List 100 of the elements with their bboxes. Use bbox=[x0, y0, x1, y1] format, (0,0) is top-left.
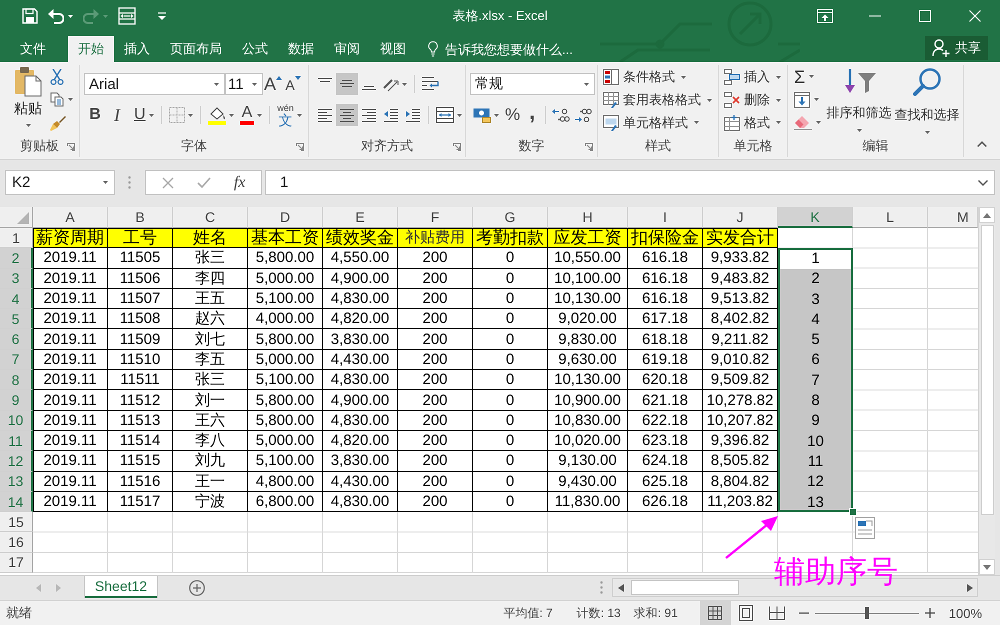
table-cell[interactable]: 200 bbox=[398, 370, 473, 390]
table-format-button[interactable]: 套用表格格式 bbox=[603, 88, 712, 112]
table-cell[interactable]: 10,207.82 bbox=[703, 410, 778, 431]
row-header[interactable]: 6 bbox=[0, 329, 33, 350]
table-cell[interactable]: 1 bbox=[778, 248, 853, 269]
column-title[interactable]: 姓名 bbox=[173, 228, 248, 248]
table-cell[interactable]: 2019.11 bbox=[33, 492, 108, 512]
ribbon-tab[interactable]: 页面布局 bbox=[160, 36, 232, 62]
scrollbar-thumb[interactable] bbox=[631, 580, 739, 595]
formula-field[interactable]: 1 bbox=[265, 170, 995, 195]
column-header[interactable]: E bbox=[323, 207, 398, 228]
ribbon-tab[interactable]: 开始 bbox=[68, 36, 114, 62]
row-header[interactable]: 16 bbox=[0, 532, 33, 553]
scrollbar-thumb[interactable] bbox=[980, 225, 994, 515]
table-cell[interactable]: 621.18 bbox=[628, 390, 703, 411]
table-cell[interactable]: 刘一 bbox=[173, 390, 248, 411]
column-header[interactable]: J bbox=[703, 207, 778, 228]
table-cell[interactable]: 4,900.00 bbox=[323, 390, 398, 411]
table-cell[interactable]: 2019.11 bbox=[33, 329, 108, 350]
row-header[interactable]: 9 bbox=[0, 390, 33, 411]
table-cell[interactable]: 4 bbox=[778, 309, 853, 330]
table-cell[interactable]: 9 bbox=[778, 410, 853, 431]
ribbon-tab[interactable]: 审阅 bbox=[324, 36, 370, 62]
font-color-button[interactable]: A bbox=[236, 104, 266, 126]
phonetic-guide-button[interactable]: wén 文 bbox=[274, 104, 305, 126]
row-header[interactable]: 12 bbox=[0, 451, 33, 472]
table-cell[interactable]: 200 bbox=[398, 390, 473, 411]
table-cell[interactable]: 616.18 bbox=[628, 288, 703, 310]
column-header[interactable]: D bbox=[248, 207, 323, 228]
table-cell[interactable]: 5,100.00 bbox=[248, 451, 323, 472]
dialog-launcher-button[interactable] bbox=[66, 142, 76, 152]
table-cell[interactable]: 刘七 bbox=[173, 329, 248, 350]
column-header[interactable]: A bbox=[33, 207, 108, 228]
table-cell[interactable]: 5,800.00 bbox=[248, 410, 323, 431]
row-header[interactable]: 5 bbox=[0, 309, 33, 330]
table-cell[interactable]: 0 bbox=[473, 248, 548, 269]
table-cell[interactable]: 5,800.00 bbox=[248, 248, 323, 269]
column-title[interactable]: 应发工资 bbox=[548, 228, 628, 248]
table-cell[interactable]: 5 bbox=[778, 329, 853, 350]
cell-styles-button[interactable]: 单元格样式 bbox=[603, 111, 699, 134]
table-cell[interactable]: 2019.11 bbox=[33, 268, 108, 289]
column-title[interactable]: 工号 bbox=[108, 228, 173, 248]
share-button[interactable]: 共享 bbox=[925, 36, 988, 60]
name-box[interactable]: K2 bbox=[5, 170, 115, 195]
table-cell[interactable]: 9,130.00 bbox=[548, 451, 628, 472]
column-header[interactable]: K bbox=[778, 207, 853, 228]
row-header[interactable]: 13 bbox=[0, 472, 33, 492]
table-cell[interactable]: 11511 bbox=[108, 370, 173, 390]
row-header[interactable]: 2 bbox=[0, 248, 33, 269]
ribbon-tab[interactable]: 视图 bbox=[370, 36, 416, 62]
table-cell[interactable]: 11513 bbox=[108, 410, 173, 431]
table-cell[interactable]: 0 bbox=[473, 370, 548, 390]
table-cell[interactable]: 0 bbox=[473, 430, 548, 452]
bold-button[interactable]: B bbox=[84, 104, 106, 126]
table-cell[interactable]: 5,100.00 bbox=[248, 370, 323, 390]
number-format-field[interactable]: 常规 bbox=[470, 73, 595, 95]
table-cell[interactable]: 2019.11 bbox=[33, 390, 108, 411]
column-header[interactable]: I bbox=[628, 207, 703, 228]
table-cell[interactable]: 10,130.00 bbox=[548, 370, 628, 390]
comma-style-button[interactable]: , bbox=[523, 104, 542, 126]
insert-button[interactable]: 插入 bbox=[724, 66, 781, 89]
table-cell[interactable]: 624.18 bbox=[628, 451, 703, 472]
conditional-format-button[interactable]: 条件格式 bbox=[603, 66, 686, 89]
underline-button[interactable]: U bbox=[130, 104, 157, 126]
table-cell[interactable]: 11510 bbox=[108, 350, 173, 370]
fill-handle[interactable] bbox=[850, 509, 856, 516]
table-cell[interactable]: 200 bbox=[398, 492, 473, 512]
ribbon-tab[interactable]: 数据 bbox=[278, 36, 324, 62]
align-middle-button[interactable] bbox=[336, 73, 358, 95]
column-title[interactable]: 薪资周期 bbox=[33, 228, 108, 248]
table-cell[interactable]: 2019.11 bbox=[33, 248, 108, 269]
row-header[interactable]: 17 bbox=[0, 552, 33, 574]
tell-me-field[interactable]: 告诉我您想要做什么... bbox=[445, 40, 595, 58]
sheet-tab[interactable]: Sheet12 bbox=[85, 576, 157, 598]
table-cell[interactable]: 9,830.00 bbox=[548, 329, 628, 350]
table-cell[interactable]: 0 bbox=[473, 472, 548, 492]
table-cell[interactable]: 0 bbox=[473, 390, 548, 411]
table-cell[interactable]: 11508 bbox=[108, 309, 173, 330]
row-header[interactable]: 4 bbox=[0, 288, 33, 310]
table-cell[interactable]: 张三 bbox=[173, 370, 248, 390]
table-cell[interactable]: 625.18 bbox=[628, 472, 703, 492]
table-cell[interactable]: 622.18 bbox=[628, 410, 703, 431]
table-cell[interactable]: 2019.11 bbox=[33, 288, 108, 310]
row-header[interactable]: 10 bbox=[0, 410, 33, 431]
table-cell[interactable]: 李八 bbox=[173, 430, 248, 452]
column-title[interactable]: 补贴费用 bbox=[398, 228, 473, 248]
column-header[interactable]: F bbox=[398, 207, 473, 228]
table-cell[interactable]: 4,830.00 bbox=[323, 492, 398, 512]
row-header[interactable]: 1 bbox=[0, 228, 33, 248]
table-cell[interactable]: 11 bbox=[778, 451, 853, 472]
table-cell[interactable]: 6,800.00 bbox=[248, 492, 323, 512]
table-cell[interactable]: 13 bbox=[778, 492, 853, 512]
table-cell[interactable]: 9,396.82 bbox=[703, 430, 778, 452]
table-cell[interactable]: 7 bbox=[778, 370, 853, 390]
table-cell[interactable]: 2 bbox=[778, 268, 853, 289]
dialog-launcher-button[interactable] bbox=[452, 142, 462, 152]
align-center-button[interactable] bbox=[336, 104, 358, 126]
table-cell[interactable]: 11,830.00 bbox=[548, 492, 628, 512]
table-cell[interactable]: 4,900.00 bbox=[323, 268, 398, 289]
table-cell[interactable]: 11505 bbox=[108, 248, 173, 269]
